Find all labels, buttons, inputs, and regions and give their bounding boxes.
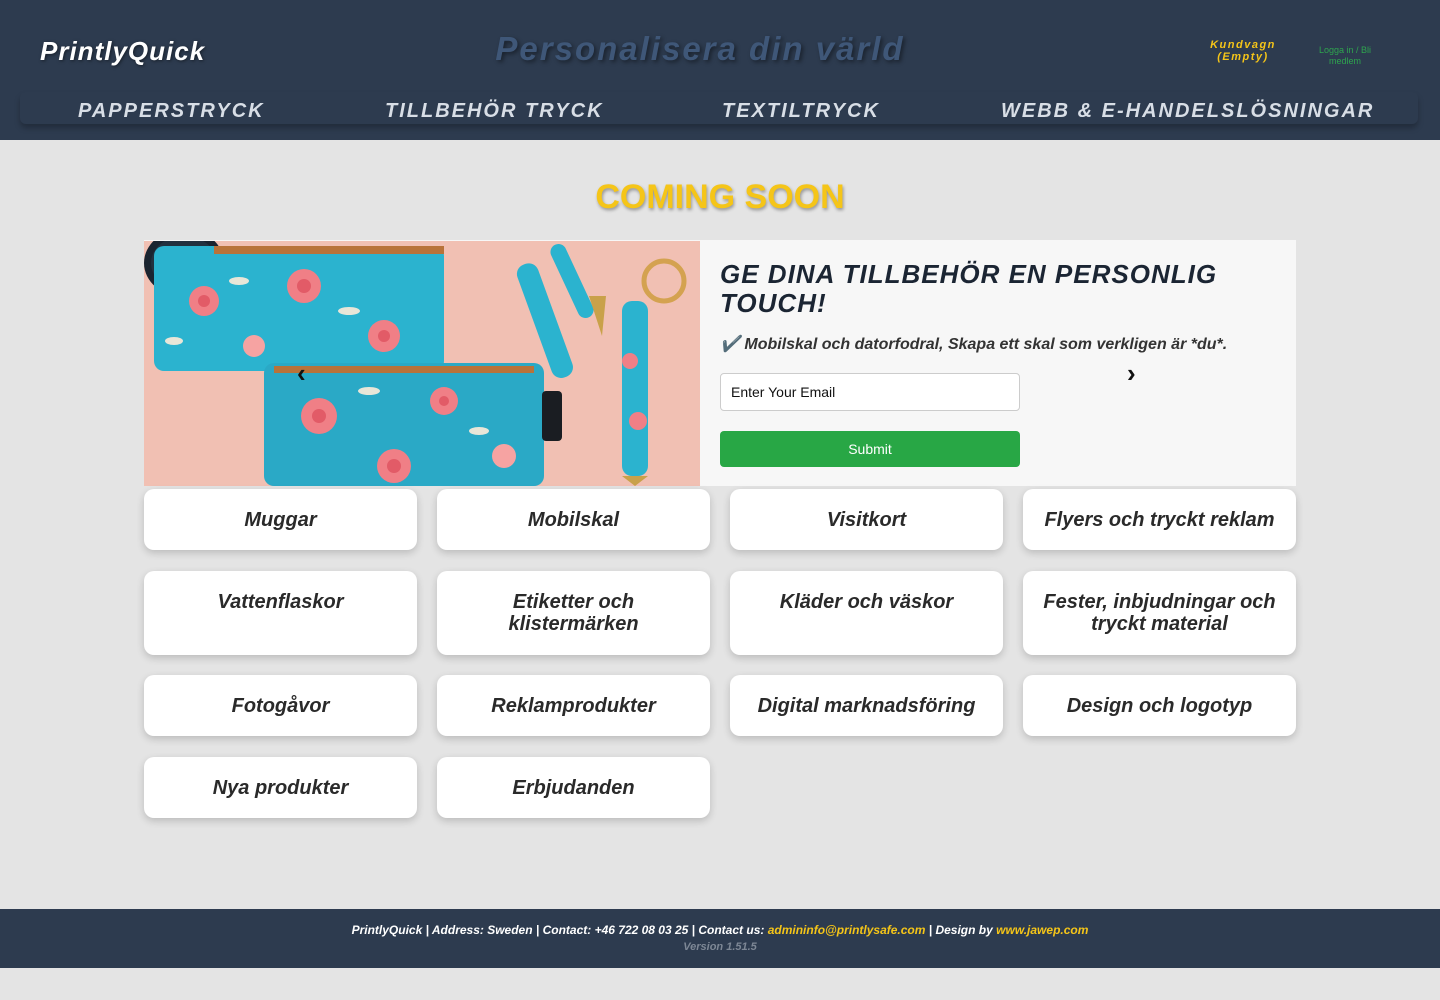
slider-prev-button[interactable]: ‹ [297, 360, 306, 386]
category-card-mobilskal[interactable]: Mobilskal [437, 489, 710, 550]
cart-link[interactable]: Kundvagn (Empty) [1193, 39, 1293, 63]
nav-item-webb-e-handel[interactable]: WEBB & E-HANDELSLÖSNINGAR [1001, 100, 1374, 123]
cart-status: (Empty) [1217, 51, 1269, 63]
cart-label: Kundvagn [1210, 39, 1276, 51]
hero-bullet: ✔️ Mobilskal och datorfodral, Skapa ett … [720, 336, 1228, 353]
category-card-visitkort[interactable]: Visitkort [730, 489, 1003, 550]
email-input[interactable] [720, 373, 1020, 411]
category-card-muggar[interactable]: Muggar [144, 489, 417, 550]
hero-slider: ‹ › GE DINA TILLBEHÖR EN PERSONLIG TOUCH… [144, 240, 1296, 486]
login-link[interactable]: Logga in / Bli medlem [1305, 45, 1385, 67]
coming-soon-heading: COMING SOON [595, 178, 845, 216]
hero-title: GE DINA TILLBEHÖR EN PERSONLIG TOUCH! [720, 259, 1218, 318]
nav-item-textiltryck[interactable]: TEXTILTRYCK [722, 100, 880, 123]
nav-item-tillbehor-tryck[interactable]: TILLBEHÖR TRYCK [385, 100, 604, 123]
main-nav: PAPPERSTRYCK TILLBEHÖR TRYCK TEXTILTRYCK… [20, 92, 1418, 124]
category-card-design-logotyp[interactable]: Design och logotyp [1023, 675, 1296, 736]
submit-button[interactable]: Submit [720, 431, 1020, 467]
footer-text-mid: | Design by [925, 923, 997, 937]
category-card-vattenflaskor[interactable]: Vattenflaskor [144, 571, 417, 655]
category-card-klader[interactable]: Kläder och väskor [730, 571, 1003, 655]
hero-image [144, 241, 700, 486]
category-card-fotogavor[interactable]: Fotogåvor [144, 675, 417, 736]
category-card-reklamprodukter[interactable]: Reklamprodukter [437, 675, 710, 736]
site-tagline: Personalisera din värld [495, 30, 905, 67]
site-footer: PrintlyQuick | Address: Sweden | Contact… [0, 909, 1440, 968]
footer-text-prefix: PrintlyQuick | Address: Sweden | Contact… [351, 923, 768, 937]
category-card-erbjudanden[interactable]: Erbjudanden [437, 757, 710, 818]
category-card-etiketter[interactable]: Etiketter och klistermärken [437, 571, 710, 655]
site-logo[interactable]: PrintlyQuick [40, 36, 205, 67]
floral-accessories-illustration [144, 241, 700, 486]
category-card-nya-produkter[interactable]: Nya produkter [144, 757, 417, 818]
category-card-fester[interactable]: Fester, inbjudningar och tryckt material [1023, 571, 1296, 655]
slider-next-button[interactable]: › [1127, 360, 1136, 386]
footer-info: PrintlyQuick | Address: Sweden | Contact… [0, 923, 1440, 937]
footer-designer-link[interactable]: www.jawep.com [996, 923, 1088, 937]
category-card-digital-marknadsforing[interactable]: Digital marknadsföring [730, 675, 1003, 736]
nav-item-papperstryck[interactable]: PAPPERSTRYCK [78, 100, 265, 123]
hero-content: GE DINA TILLBEHÖR EN PERSONLIG TOUCH! ✔️… [720, 260, 1280, 354]
footer-email-link[interactable]: admininfo@printlysafe.com [768, 923, 926, 937]
site-header: PrintlyQuick Personalisera din värld Kun… [0, 0, 1440, 140]
footer-version: Version 1.51.5 [683, 941, 757, 953]
category-card-flyers[interactable]: Flyers och tryckt reklam [1023, 489, 1296, 550]
